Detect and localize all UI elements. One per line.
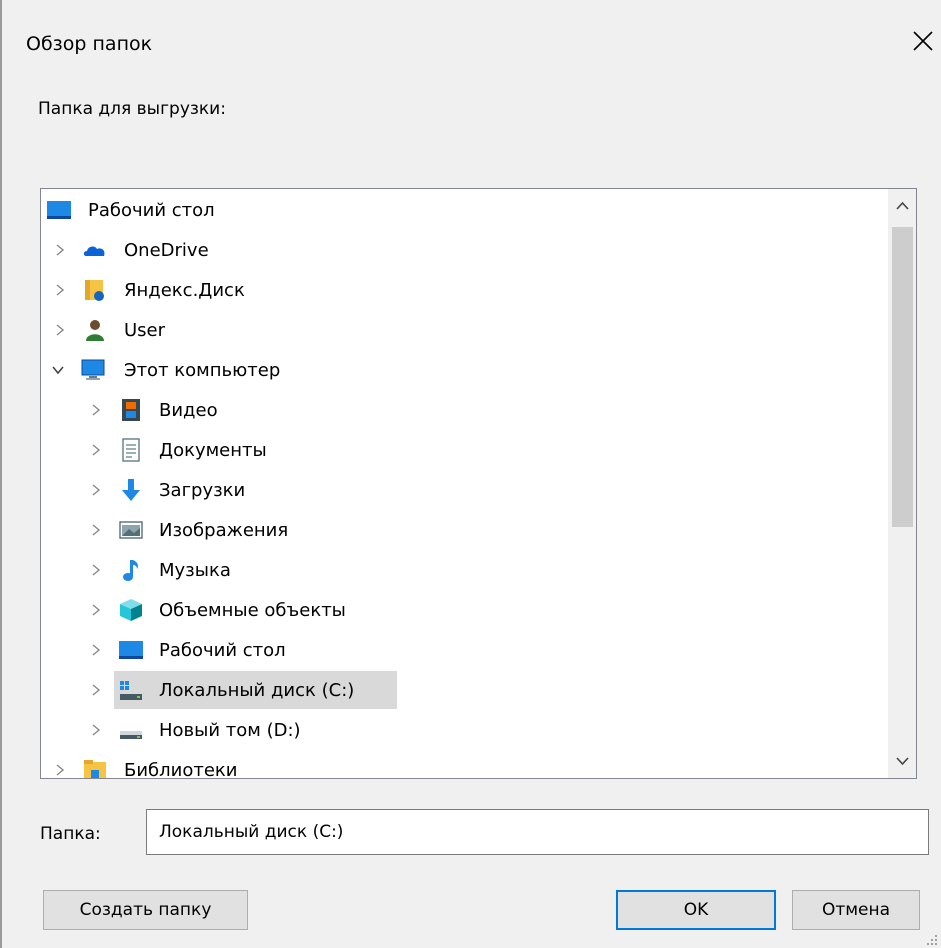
pictures-icon [119, 521, 143, 539]
chevron-right-icon[interactable] [89, 643, 103, 657]
chevron-right-icon[interactable] [53, 283, 67, 297]
tree-item-label: Объемные объекты [159, 599, 346, 621]
dialog-title: Обзор папок [26, 33, 153, 55]
tree-item-label: Новый том (D:) [159, 719, 301, 741]
resize-grip-icon[interactable] [926, 934, 938, 946]
desktop-icon [119, 641, 143, 659]
tree-item-label: Изображения [159, 519, 289, 541]
3d-objects-icon [120, 599, 142, 621]
tree-item-this-pc[interactable]: Этот компьютер [41, 351, 888, 389]
tree-item-onedrive[interactable]: OneDrive [41, 231, 888, 269]
tree-item-desktop-root[interactable]: Рабочий стол [41, 191, 888, 229]
tree-item-label: Загрузки [159, 479, 246, 501]
chevron-right-icon[interactable] [89, 483, 103, 497]
tree-item-yandex-disk[interactable]: Яндекс.Диск [41, 271, 888, 309]
chevron-right-icon[interactable] [89, 403, 103, 417]
tree-item-libraries[interactable]: Библиотеки [41, 751, 888, 778]
user-icon [86, 320, 104, 341]
chevron-right-icon[interactable] [89, 603, 103, 617]
tree-item-downloads[interactable]: Загрузки [41, 471, 888, 509]
tree-item-video[interactable]: Видео [41, 391, 888, 429]
folder-tree[interactable]: Рабочий стол OneDrive Яндекс.Диск User Э… [40, 188, 917, 779]
chevron-right-icon[interactable] [53, 763, 67, 777]
video-icon [122, 399, 140, 421]
vertical-scrollbar[interactable] [888, 189, 917, 778]
libraries-icon [84, 760, 106, 778]
chevron-right-icon[interactable] [89, 723, 103, 737]
tree-item-label: Музыка [159, 559, 231, 581]
close-icon[interactable] [908, 26, 938, 56]
chevron-right-icon[interactable] [89, 443, 103, 457]
this-pc-icon [81, 359, 105, 380]
tree-item-label: Видео [159, 399, 218, 421]
tree-item-label: Локальный диск (C:) [159, 679, 355, 701]
tree-item-label: Этот компьютер [124, 359, 281, 381]
folder-label: Папка: [40, 824, 101, 844]
tree-item-label: OneDrive [124, 239, 209, 261]
tree-item-label: User [124, 319, 166, 341]
tree-item-new-volume-d[interactable]: Новый том (D:) [41, 711, 888, 749]
folder-name-input[interactable] [146, 809, 929, 855]
tree-item-documents[interactable]: Документы [41, 431, 888, 469]
chevron-right-icon[interactable] [53, 243, 67, 257]
chevron-right-icon[interactable] [89, 683, 103, 697]
tree-item-label: Рабочий стол [159, 639, 286, 661]
tree-item-label: Библиотеки [124, 759, 238, 779]
folder-tree-viewport: Рабочий стол OneDrive Яндекс.Диск User Э… [41, 189, 888, 778]
tree-item-local-disk-c[interactable]: Локальный диск (C:) [41, 671, 888, 709]
chevron-right-icon[interactable] [89, 523, 103, 537]
drive-icon [120, 731, 142, 739]
chevron-right-icon[interactable] [89, 563, 103, 577]
chevron-right-icon[interactable] [53, 323, 67, 337]
scroll-up-icon[interactable] [888, 189, 917, 223]
tree-item-music[interactable]: Музыка [41, 551, 888, 589]
onedrive-cloud-icon [83, 246, 105, 256]
tree-item-label: Яндекс.Диск [124, 279, 245, 301]
tree-item-label: Рабочий стол [88, 199, 215, 221]
tree-item-user[interactable]: User [41, 311, 888, 349]
yandex-disk-folder-icon [85, 280, 104, 301]
tree-item-label: Документы [159, 439, 267, 461]
tree-item-pictures[interactable]: Изображения [41, 511, 888, 549]
desktop-icon [47, 201, 71, 219]
dialog-prompt: Папка для выгрузки: [38, 99, 226, 119]
documents-icon [122, 438, 140, 462]
window-left-edge [0, 0, 2, 948]
scroll-down-icon[interactable] [888, 744, 917, 778]
scrollbar-thumb[interactable] [892, 227, 913, 527]
system-drive-icon [120, 681, 142, 700]
chevron-down-icon[interactable] [51, 363, 65, 377]
ok-button[interactable]: OK [616, 890, 776, 930]
tree-item-desktop[interactable]: Рабочий стол [41, 631, 888, 669]
downloads-icon [122, 479, 140, 501]
tree-item-3d-objects[interactable]: Объемные объекты [41, 591, 888, 629]
cancel-button[interactable]: Отмена [792, 890, 920, 930]
create-folder-button[interactable]: Создать папку [43, 890, 248, 930]
music-icon [123, 560, 138, 581]
